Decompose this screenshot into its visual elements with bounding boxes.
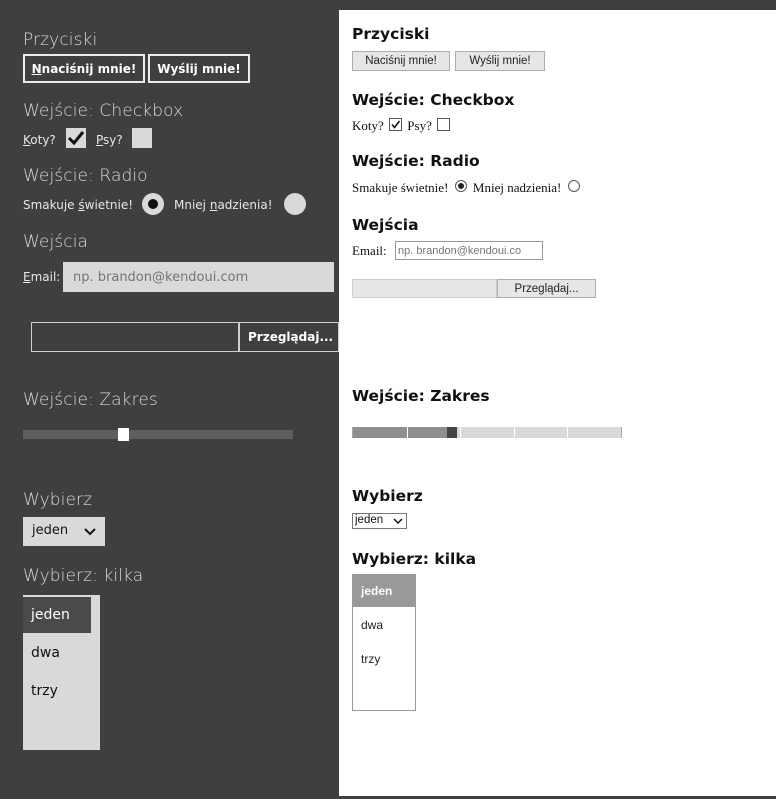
light-email-input[interactable] bbox=[395, 241, 543, 260]
dark-email-accel: E bbox=[23, 270, 31, 284]
dark-email-text: mail: bbox=[30, 270, 61, 284]
light-dogs-label: Psy? bbox=[407, 118, 432, 133]
light-select-value: jeden bbox=[355, 514, 384, 526]
dark-multi-heading: Wybierz: kilka bbox=[23, 566, 144, 586]
light-file-path-field[interactable] bbox=[352, 279, 497, 298]
dark-dogs-text: sy? bbox=[103, 133, 123, 147]
light-radio2-label: Mniej nadzienia! bbox=[472, 180, 562, 195]
light-multi-heading: Wybierz: kilka bbox=[352, 550, 477, 568]
dark-checkbox-heading: Wejście: Checkbox bbox=[23, 101, 184, 121]
light-radio-heading: Wejście: Radio bbox=[352, 152, 480, 170]
light-email-label: Email: bbox=[352, 243, 387, 258]
dark-radio2-pre: Mniej bbox=[174, 198, 210, 212]
dark-select-value: jeden bbox=[32, 523, 69, 538]
dark-inputs-heading: Wejścia bbox=[23, 232, 89, 252]
list-item[interactable]: trzy bbox=[353, 643, 415, 675]
dark-multi-listbox[interactable]: jeden dwa trzy bbox=[23, 595, 100, 750]
checkmark-icon bbox=[391, 120, 401, 129]
light-radio1-label: Smakuje świetnie! bbox=[352, 180, 449, 195]
dark-dogs-checkbox[interactable] bbox=[132, 128, 152, 148]
checkmark-icon bbox=[67, 131, 85, 146]
light-radio-less-filling[interactable] bbox=[567, 180, 580, 192]
dark-select-dropdown[interactable]: jeden bbox=[23, 517, 105, 546]
list-item[interactable]: dwa bbox=[353, 609, 415, 641]
light-range-thumb[interactable] bbox=[447, 427, 457, 438]
light-radio-great-taste[interactable] bbox=[454, 180, 467, 192]
dark-press-me-text: naciśnij mnie! bbox=[41, 61, 137, 76]
light-cats-label: Koty? bbox=[352, 118, 384, 133]
light-multi-listbox[interactable]: jeden dwa trzy bbox=[352, 574, 416, 711]
dark-buttons-heading: Przyciski bbox=[23, 30, 98, 50]
light-send-me-button[interactable]: Wyślij mnie! bbox=[455, 51, 545, 71]
light-theme-panel: Przyciski Naciśnij mnie! Wyślij mnie! We… bbox=[339, 10, 776, 796]
list-item[interactable]: jeden bbox=[353, 575, 415, 607]
light-range-slider[interactable] bbox=[352, 427, 622, 438]
radio-dot-icon bbox=[457, 183, 464, 189]
dark-select-heading: Wybierz bbox=[23, 490, 93, 510]
dark-file-path-field[interactable] bbox=[31, 322, 239, 352]
light-dogs-checkbox[interactable] bbox=[437, 118, 451, 131]
dark-radio2-label: Mniej nadzienia! bbox=[174, 198, 273, 212]
dark-radio1-post: wietnie! bbox=[84, 198, 134, 212]
range-tick bbox=[460, 427, 461, 438]
dark-email-label: Email: bbox=[23, 270, 60, 284]
light-range-heading: Wejście: Zakres bbox=[352, 387, 490, 405]
dark-range-thumb[interactable] bbox=[118, 428, 129, 441]
dark-send-me-button[interactable]: Wyślij mnie! bbox=[148, 54, 250, 83]
dark-browse-button[interactable]: Przeglądaj... bbox=[239, 322, 339, 352]
dark-radio-great-taste[interactable] bbox=[142, 193, 164, 215]
list-item[interactable]: trzy bbox=[23, 673, 91, 709]
light-cats-checkbox[interactable] bbox=[389, 118, 403, 131]
range-tick bbox=[514, 427, 515, 438]
light-checkbox-row: Koty? Psy? bbox=[352, 118, 451, 134]
dark-cats-label: Koty? bbox=[23, 133, 56, 147]
dark-email-input[interactable] bbox=[63, 262, 334, 292]
dark-radio-less-filling[interactable] bbox=[284, 193, 306, 215]
range-tick bbox=[567, 427, 568, 438]
light-press-me-button[interactable]: Naciśnij mnie! bbox=[352, 51, 450, 71]
dark-range-heading: Wejście: Zakres bbox=[23, 390, 158, 410]
chevron-down-icon bbox=[393, 518, 403, 525]
dark-dogs-label: Psy? bbox=[96, 133, 123, 147]
light-browse-button[interactable]: Przeglądaj... bbox=[497, 279, 596, 298]
dark-radio-heading: Wejście: Radio bbox=[23, 166, 148, 186]
dark-radio2-post: adzienia! bbox=[217, 198, 273, 212]
list-item[interactable]: dwa bbox=[23, 635, 91, 671]
light-radio-row: Smakuje świetnie! Mniej nadzienia! bbox=[352, 180, 580, 196]
light-select-heading: Wybierz bbox=[352, 487, 423, 505]
light-range-fill bbox=[353, 427, 452, 438]
range-tick bbox=[407, 427, 408, 438]
dark-cats-checkbox[interactable] bbox=[66, 128, 86, 148]
dark-press-me-accel: N bbox=[31, 61, 42, 76]
dark-theme-panel: Przyciski Nnaciśnij mnie! Wyślij mnie! W… bbox=[0, 0, 339, 799]
dark-radio1-label: Smakuje świetnie! bbox=[23, 198, 133, 212]
light-buttons-heading: Przyciski bbox=[352, 25, 430, 43]
light-select-dropdown[interactable]: jeden bbox=[352, 513, 407, 529]
chevron-down-icon bbox=[84, 528, 96, 536]
dark-press-me-button[interactable]: Nnaciśnij mnie! bbox=[23, 54, 145, 83]
light-checkbox-heading: Wejście: Checkbox bbox=[352, 91, 515, 109]
light-inputs-heading: Wejścia bbox=[352, 216, 419, 234]
dark-cats-text: oty? bbox=[30, 133, 56, 147]
list-item[interactable]: jeden bbox=[23, 597, 91, 633]
dark-range-slider[interactable] bbox=[23, 428, 293, 441]
dark-dogs-accel: P bbox=[96, 133, 104, 147]
dark-radio1-pre: Smakuje bbox=[23, 198, 79, 212]
